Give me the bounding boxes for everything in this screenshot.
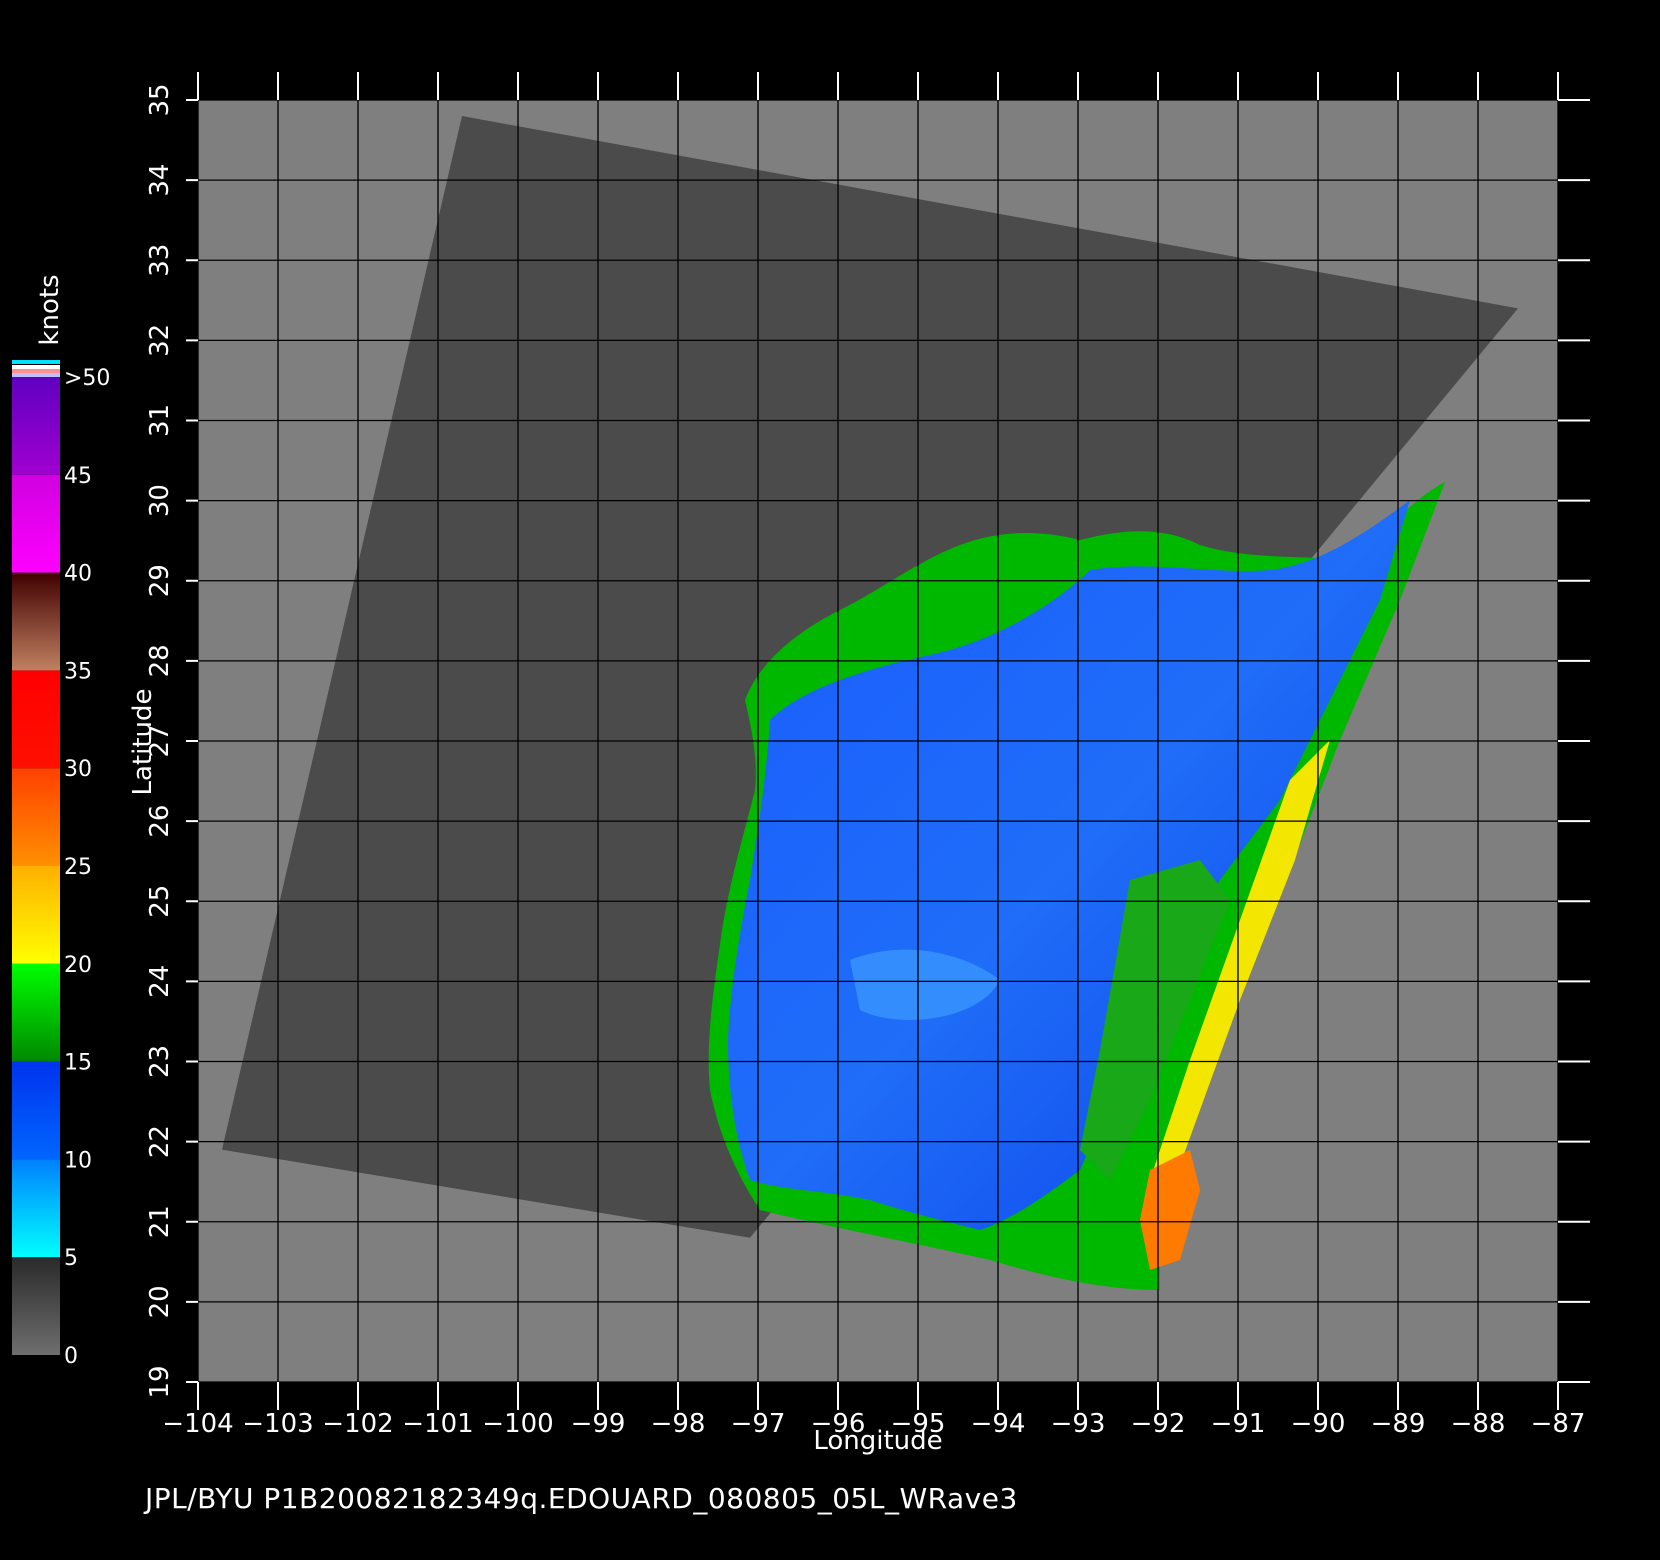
lat-tick-label: 30 — [145, 484, 175, 517]
lat-tick-label: 20 — [145, 1285, 175, 1318]
colorbar-overrange-stripe — [12, 360, 60, 364]
lon-tick-label: −97 — [731, 1409, 786, 1439]
lon-tick-label: −101 — [402, 1409, 473, 1439]
lon-tick-label: −103 — [242, 1409, 313, 1439]
colorbar-band — [12, 1257, 60, 1355]
lat-tick-label: 26 — [145, 805, 175, 838]
lon-tick-label: −89 — [1371, 1409, 1426, 1439]
footer-caption: JPL/BYU P1B20082182349q.EDOUARD_080805_0… — [145, 1482, 1018, 1515]
lon-tick-label: −99 — [571, 1409, 626, 1439]
colorbar-tick-label: 15 — [64, 1051, 92, 1076]
colorbar-tick-label: 35 — [64, 659, 92, 684]
colorbar-band — [12, 1061, 60, 1160]
lon-tick-label: −94 — [971, 1409, 1026, 1439]
lon-tick-label: −88 — [1451, 1409, 1506, 1439]
lat-tick-label: 35 — [145, 83, 175, 116]
lat-tick-label: 19 — [145, 1365, 175, 1398]
colorbar-tick-label: >50 — [64, 366, 110, 391]
colorbar-tick-label: 5 — [64, 1246, 78, 1271]
colorbar: 0 5 10 15 20 25 30 35 40 45 >50 — [12, 360, 110, 1369]
lon-tick-label: −100 — [482, 1409, 553, 1439]
lat-tick-label: 21 — [145, 1205, 175, 1238]
colorbar-band — [12, 768, 60, 866]
lon-tick-label: −93 — [1051, 1409, 1106, 1439]
colorbar-overrange-stripe — [12, 373, 60, 377]
lon-tick-label: −91 — [1211, 1409, 1266, 1439]
lat-tick-label: 32 — [145, 324, 175, 357]
lat-tick-label: 29 — [145, 564, 175, 597]
colorbar-band — [12, 474, 60, 573]
lon-tick-label: −104 — [162, 1409, 233, 1439]
colorbar-tick-label: 30 — [64, 757, 92, 782]
colorbar-tick-label: 10 — [64, 1148, 92, 1173]
colorbar-band — [12, 670, 60, 769]
colorbar-unit-label: knots — [35, 274, 65, 345]
lat-tick-label: 24 — [145, 965, 175, 998]
colorbar-overrange-stripe — [12, 365, 60, 369]
lon-tick-label: −98 — [651, 1409, 706, 1439]
colorbar-band — [12, 377, 60, 475]
lat-tick-label: 33 — [145, 244, 175, 277]
lon-tick-label: −87 — [1531, 1409, 1586, 1439]
colorbar-tick-label: 25 — [64, 855, 92, 880]
colorbar-band — [12, 963, 60, 1062]
lat-tick-label: 28 — [145, 644, 175, 677]
lat-tick-label: 31 — [145, 404, 175, 437]
lon-tick-label: −92 — [1131, 1409, 1186, 1439]
lat-tick-label: 23 — [145, 1045, 175, 1078]
lon-tick-label: −102 — [322, 1409, 393, 1439]
y-axis-label: Latitude — [128, 688, 158, 795]
lat-tick-label: 34 — [145, 164, 175, 197]
colorbar-overrange-stripe — [12, 369, 60, 373]
colorbar-band — [12, 572, 60, 671]
colorbar-tick-label: 0 — [64, 1344, 78, 1369]
lat-tick-label: 25 — [145, 885, 175, 918]
colorbar-band — [12, 1159, 60, 1258]
colorbar-tick-label: 40 — [64, 562, 92, 587]
colorbar-tick-label: 45 — [64, 464, 92, 489]
wind-speed-map: −104 −103 −102 −101 −100 −99 −98 −97 −96 −95 −94 −9… — [12, 72, 1590, 1456]
lat-tick-label: 22 — [145, 1125, 175, 1158]
lon-tick-label: −90 — [1291, 1409, 1346, 1439]
colorbar-tick-label: 20 — [64, 953, 92, 978]
x-axis-label: Longitude — [813, 1426, 942, 1456]
colorbar-band — [12, 866, 60, 964]
